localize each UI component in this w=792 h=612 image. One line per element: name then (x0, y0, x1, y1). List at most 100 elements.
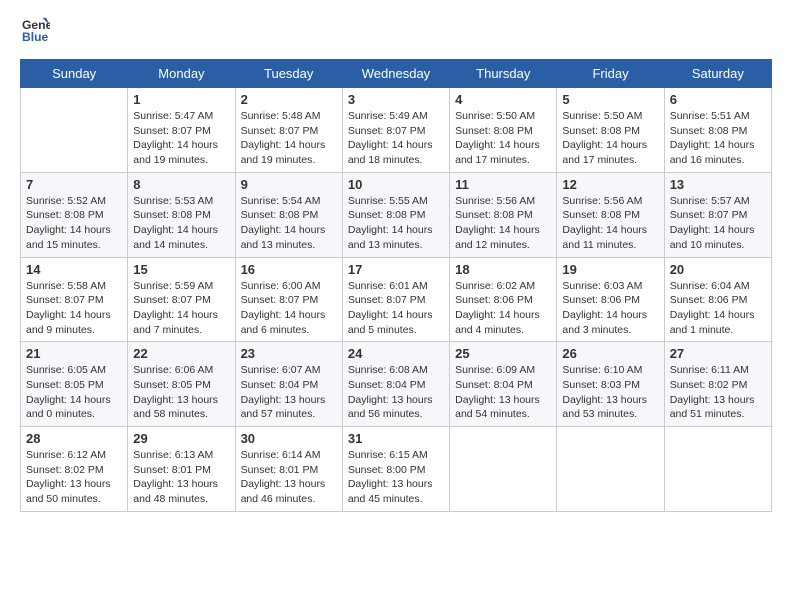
day-number: 31 (348, 431, 444, 446)
calendar-cell: 19 Sunrise: 6:03 AM Sunset: 8:06 PM Dayli… (557, 257, 664, 342)
svg-text:Blue: Blue (22, 30, 49, 44)
day-number: 1 (133, 92, 229, 107)
day-number: 9 (241, 177, 337, 192)
calendar-cell: 25 Sunrise: 6:09 AM Sunset: 8:04 PM Dayli… (450, 342, 557, 427)
weekday-header-saturday: Saturday (664, 60, 771, 88)
calendar-cell: 28 Sunrise: 6:12 AM Sunset: 8:02 PM Dayli… (21, 427, 128, 512)
day-number: 7 (26, 177, 122, 192)
day-info: Sunrise: 6:01 AM Sunset: 8:07 PM Dayligh… (348, 279, 444, 338)
day-number: 2 (241, 92, 337, 107)
day-number: 16 (241, 262, 337, 277)
day-info: Sunrise: 6:04 AM Sunset: 8:06 PM Dayligh… (670, 279, 766, 338)
calendar-cell: 20Sunrise: 6:04 AM Sunset: 8:06 PM Dayli… (664, 257, 771, 342)
calendar-cell: 24 Sunrise: 6:08 AM Sunset: 8:04 PM Dayli… (342, 342, 449, 427)
day-number: 13 (670, 177, 766, 192)
day-number: 17 (348, 262, 444, 277)
calendar-cell: 12 Sunrise: 5:56 AM Sunset: 8:08 PM Dayli… (557, 172, 664, 257)
day-info: Sunrise: 5:51 AM Sunset: 8:08 PM Dayligh… (670, 109, 766, 168)
day-info: Sunrise: 5:56 AM Sunset: 8:08 PM Dayligh… (562, 194, 658, 253)
day-info: Sunrise: 6:13 AM Sunset: 8:01 PM Dayligh… (133, 448, 229, 507)
day-number: 10 (348, 177, 444, 192)
day-info: Sunrise: 6:02 AM Sunset: 8:06 PM Dayligh… (455, 279, 551, 338)
calendar-cell: 11 Sunrise: 5:56 AM Sunset: 8:08 PM Dayli… (450, 172, 557, 257)
weekday-header-friday: Friday (557, 60, 664, 88)
day-number: 3 (348, 92, 444, 107)
day-info: Sunrise: 6:05 AM Sunset: 8:05 PM Dayligh… (26, 363, 122, 422)
day-number: 25 (455, 346, 551, 361)
day-info: Sunrise: 5:54 AM Sunset: 8:08 PM Dayligh… (241, 194, 337, 253)
day-number: 29 (133, 431, 229, 446)
calendar-cell: 15 Sunrise: 5:59 AM Sunset: 8:07 PM Dayli… (128, 257, 235, 342)
day-number: 11 (455, 177, 551, 192)
calendar-cell: 2Sunrise: 5:48 AM Sunset: 8:07 PM Daylig… (235, 88, 342, 173)
day-info: Sunrise: 5:58 AM Sunset: 8:07 PM Dayligh… (26, 279, 122, 338)
day-info: Sunrise: 5:53 AM Sunset: 8:08 PM Dayligh… (133, 194, 229, 253)
calendar-cell: 9 Sunrise: 5:54 AM Sunset: 8:08 PM Daylig… (235, 172, 342, 257)
day-number: 19 (562, 262, 658, 277)
day-info: Sunrise: 6:11 AM Sunset: 8:02 PM Dayligh… (670, 363, 766, 422)
page-container: General Blue SundayMondayTuesdayWednesda… (0, 0, 792, 528)
calendar-cell: 14 Sunrise: 5:58 AM Sunset: 8:07 PM Dayli… (21, 257, 128, 342)
day-number: 12 (562, 177, 658, 192)
day-number: 21 (26, 346, 122, 361)
day-number: 15 (133, 262, 229, 277)
day-number: 8 (133, 177, 229, 192)
day-number: 5 (562, 92, 658, 107)
calendar-cell: 17 Sunrise: 6:01 AM Sunset: 8:07 PM Dayli… (342, 257, 449, 342)
calendar-table: SundayMondayTuesdayWednesdayThursdayFrid… (20, 59, 772, 512)
weekday-header-wednesday: Wednesday (342, 60, 449, 88)
calendar-cell (21, 88, 128, 173)
calendar-cell: 1 Sunrise: 5:47 AM Sunset: 8:07 PM Daylig… (128, 88, 235, 173)
calendar-cell: 6 Sunrise: 5:51 AM Sunset: 8:08 PM Daylig… (664, 88, 771, 173)
weekday-header-thursday: Thursday (450, 60, 557, 88)
calendar-cell: 3 Sunrise: 5:49 AM Sunset: 8:07 PM Daylig… (342, 88, 449, 173)
day-number: 14 (26, 262, 122, 277)
day-info: Sunrise: 6:14 AM Sunset: 8:01 PM Dayligh… (241, 448, 337, 507)
header: General Blue (20, 16, 772, 51)
calendar-cell: 18 Sunrise: 6:02 AM Sunset: 8:06 PM Dayli… (450, 257, 557, 342)
day-number: 30 (241, 431, 337, 446)
day-number: 6 (670, 92, 766, 107)
calendar-cell: 29 Sunrise: 6:13 AM Sunset: 8:01 PM Dayli… (128, 427, 235, 512)
calendar-cell: 26 Sunrise: 6:10 AM Sunset: 8:03 PM Dayli… (557, 342, 664, 427)
calendar-cell: 21 Sunrise: 6:05 AM Sunset: 8:05 PM Dayli… (21, 342, 128, 427)
calendar-cell: 23 Sunrise: 6:07 AM Sunset: 8:04 PM Dayli… (235, 342, 342, 427)
day-info: Sunrise: 5:59 AM Sunset: 8:07 PM Dayligh… (133, 279, 229, 338)
day-info: Sunrise: 6:12 AM Sunset: 8:02 PM Dayligh… (26, 448, 122, 507)
calendar-cell: 27 Sunrise: 6:11 AM Sunset: 8:02 PM Dayli… (664, 342, 771, 427)
calendar-cell: 5 Sunrise: 5:50 AM Sunset: 8:08 PM Daylig… (557, 88, 664, 173)
day-number: 24 (348, 346, 444, 361)
calendar-cell: 4 Sunrise: 5:50 AM Sunset: 8:08 PM Daylig… (450, 88, 557, 173)
calendar-cell (450, 427, 557, 512)
weekday-header-tuesday: Tuesday (235, 60, 342, 88)
day-number: 4 (455, 92, 551, 107)
logo: General Blue (20, 16, 50, 51)
calendar-cell: 13Sunrise: 5:57 AM Sunset: 8:07 PM Dayli… (664, 172, 771, 257)
day-info: Sunrise: 5:47 AM Sunset: 8:07 PM Dayligh… (133, 109, 229, 168)
day-info: Sunrise: 5:49 AM Sunset: 8:07 PM Dayligh… (348, 109, 444, 168)
day-number: 18 (455, 262, 551, 277)
day-info: Sunrise: 5:55 AM Sunset: 8:08 PM Dayligh… (348, 194, 444, 253)
day-info: Sunrise: 5:50 AM Sunset: 8:08 PM Dayligh… (562, 109, 658, 168)
logo-icon: General Blue (22, 16, 50, 44)
day-info: Sunrise: 6:15 AM Sunset: 8:00 PM Dayligh… (348, 448, 444, 507)
calendar-cell: 8 Sunrise: 5:53 AM Sunset: 8:08 PM Daylig… (128, 172, 235, 257)
calendar-cell: 10 Sunrise: 5:55 AM Sunset: 8:08 PM Dayli… (342, 172, 449, 257)
day-info: Sunrise: 6:10 AM Sunset: 8:03 PM Dayligh… (562, 363, 658, 422)
calendar-cell: 16 Sunrise: 6:00 AM Sunset: 8:07 PM Dayli… (235, 257, 342, 342)
day-number: 27 (670, 346, 766, 361)
calendar-cell (557, 427, 664, 512)
calendar-cell: 7 Sunrise: 5:52 AM Sunset: 8:08 PM Daylig… (21, 172, 128, 257)
day-info: Sunrise: 5:50 AM Sunset: 8:08 PM Dayligh… (455, 109, 551, 168)
day-info: Sunrise: 5:56 AM Sunset: 8:08 PM Dayligh… (455, 194, 551, 253)
day-number: 22 (133, 346, 229, 361)
day-number: 26 (562, 346, 658, 361)
day-info: Sunrise: 6:03 AM Sunset: 8:06 PM Dayligh… (562, 279, 658, 338)
day-info: Sunrise: 6:07 AM Sunset: 8:04 PM Dayligh… (241, 363, 337, 422)
day-info: Sunrise: 6:09 AM Sunset: 8:04 PM Dayligh… (455, 363, 551, 422)
day-info: Sunrise: 5:52 AM Sunset: 8:08 PM Dayligh… (26, 194, 122, 253)
day-info: Sunrise: 6:08 AM Sunset: 8:04 PM Dayligh… (348, 363, 444, 422)
day-number: 23 (241, 346, 337, 361)
day-info: Sunrise: 6:00 AM Sunset: 8:07 PM Dayligh… (241, 279, 337, 338)
day-number: 28 (26, 431, 122, 446)
